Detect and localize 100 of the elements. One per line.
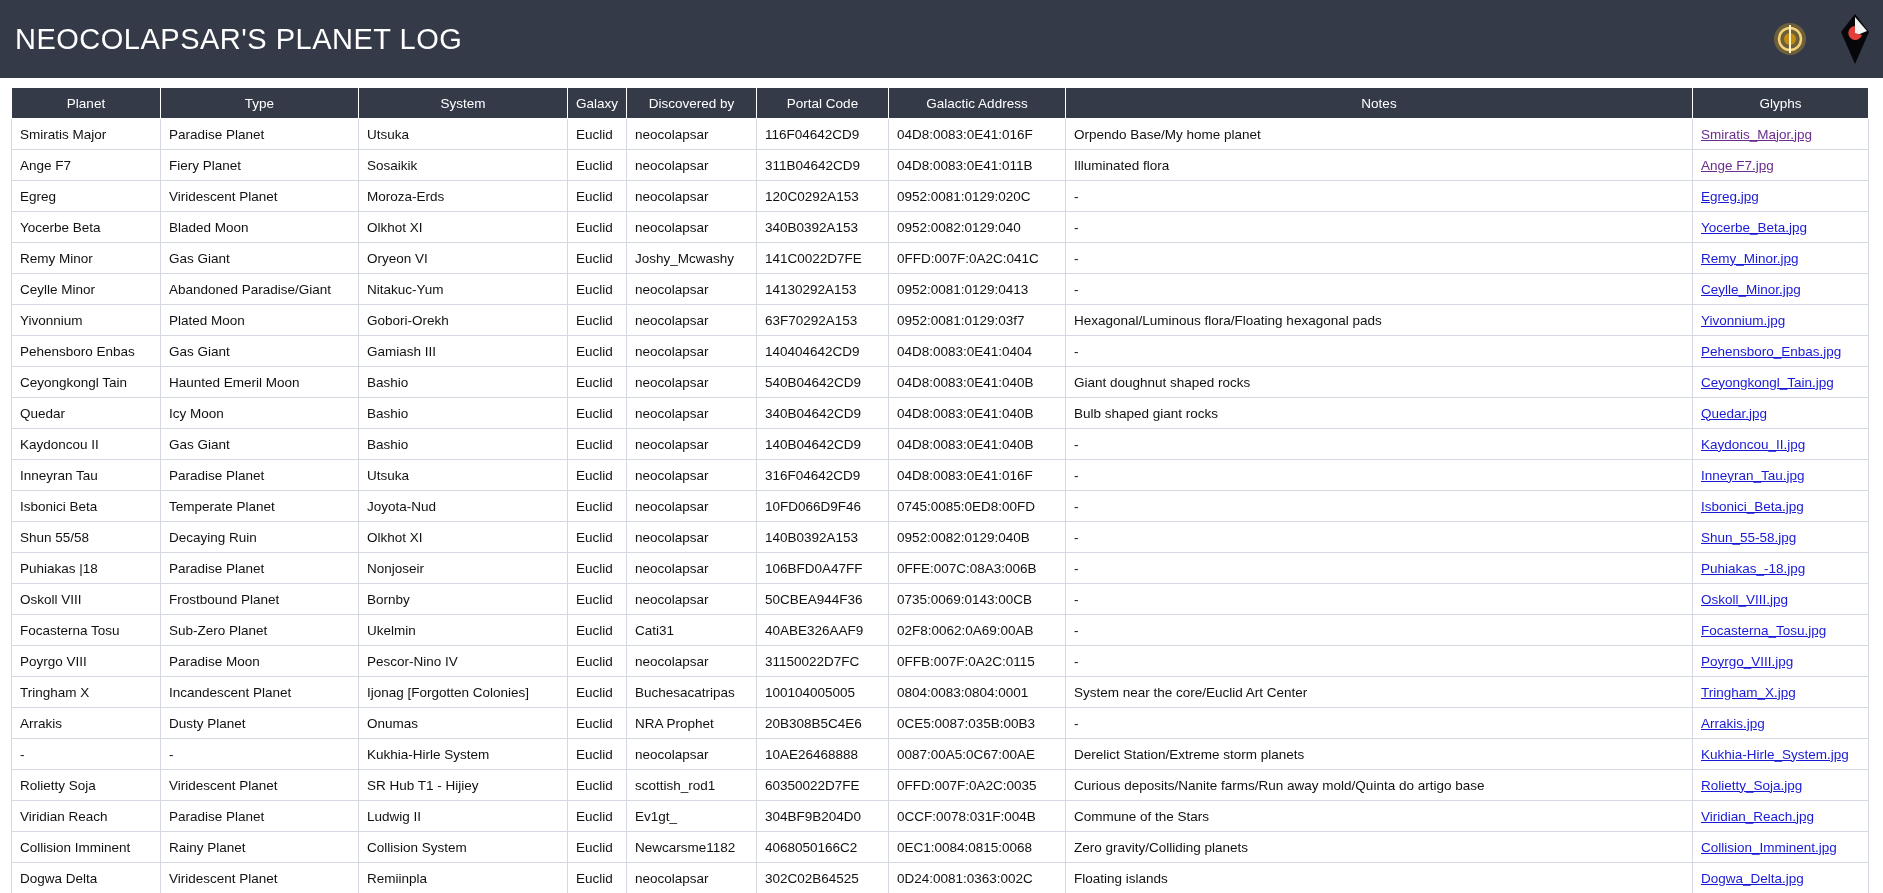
table-cell: Ev1gt_ [626,800,757,832]
table-cell: Euclid [567,118,627,150]
table-cell: 0EC1:0084:0815:0068 [888,831,1066,863]
table-cell: Euclid [567,645,627,677]
glyphs-link[interactable]: Egreg.jpg [1701,188,1759,204]
table-cell: Giant doughnut shaped rocks [1065,366,1693,398]
table-cell: Ukelmin [358,614,568,646]
table-cell: - [1065,645,1693,677]
table-cell: Pescor-Nino IV [358,645,568,677]
table-cell: Euclid [567,614,627,646]
column-header: Notes [1065,88,1693,119]
column-header: Type [160,88,359,119]
table-cell: 540B04642CD9 [756,366,889,398]
table-cell: neocolapsar [626,552,757,584]
table-cell: 0FFE:007C:08A3:006B [888,552,1066,584]
table-cell: Curious deposits/Nanite farms/Run away mold/Quinta do artigo base [1065,769,1693,801]
table-cell: Joshy_Mcwashy [626,242,757,274]
table-cell: 340B0392A153 [756,211,889,243]
table-cell: Gobori-Orekh [358,304,568,336]
table-cell: Derelict Station/Extreme storm planets [1065,738,1693,770]
table-cell: Rainy Planet [160,831,359,863]
table-cell: Fiery Planet [160,149,359,181]
table-cell: 140B0392A153 [756,521,889,553]
table-cell: Bashio [358,428,568,460]
table-cell: Euclid [567,738,627,770]
table-cell: Sub-Zero Planet [160,614,359,646]
table-cell: Bulb shaped giant rocks [1065,397,1693,429]
column-header: Galactic Address [888,88,1066,119]
table-cell: Bashio [358,397,568,429]
diamond-logo-icon[interactable] [1839,14,1871,64]
table-cell: Kukhia-Hirle System [358,738,568,770]
emblem-icon[interactable] [1773,22,1807,56]
table-cell: Gas Giant [160,428,359,460]
table-cell: Yocerbe Beta [11,211,161,243]
table-cell: NRA Prophet [626,707,757,739]
table-cell: Euclid [567,304,627,336]
table-cell: 0CE5:0087:035B:00B3 [888,707,1066,739]
table-cell: 02F8:0062:0A69:00AB [888,614,1066,646]
table-cell: Ijonag [Forgotten Colonies] [358,676,568,708]
table-cell: Temperate Planet [160,490,359,522]
glyphs-link[interactable]: Quedar.jpg [1701,405,1768,421]
table-cell: 4068050166C2 [756,831,889,863]
table-cell: neocolapsar [626,459,757,491]
table-cell: 0CCF:0078:031F:004B [888,800,1066,832]
table-cell: Paradise Planet [160,552,359,584]
table-cell: Paradise Planet [160,800,359,832]
table-cell: neocolapsar [626,273,757,305]
table-cell: 04D8:0083:0E41:040B [888,428,1066,460]
table-cell: - [1065,211,1693,243]
table-cell: neocolapsar [626,490,757,522]
table-cell: Abandoned Paradise/Giant [160,273,359,305]
table-cell: Sosaikik [358,149,568,181]
table-cell: Gamiash III [358,335,568,367]
table-cell: Nitakuc-Yum [358,273,568,305]
table-cell: Ceyongkongl Tain [11,366,161,398]
table-cell: neocolapsar [626,583,757,615]
table-cell: 0952:0082:0129:040B [888,521,1066,553]
table-cell: Bornby [358,583,568,615]
table-cell: 50CBEA944F36 [756,583,889,615]
table-cell: Decaying Ruin [160,521,359,553]
table-cell: - [1065,583,1693,615]
table-cell: Bashio [358,366,568,398]
table-cell: Euclid [567,521,627,553]
table-cell: Bladed Moon [160,211,359,243]
table-cell: neocolapsar [626,304,757,336]
table-cell: 304BF9B204D0 [756,800,889,832]
column-header: Discovered by [626,88,757,119]
table-cell: neocolapsar [626,366,757,398]
table-cell: Tringham X [11,676,161,708]
table-cell: - [11,738,161,770]
table-cell: Euclid [567,273,627,305]
table-cell: Euclid [567,397,627,429]
table-cell: Shun 55/58 [11,521,161,553]
column-header: Planet [11,88,161,119]
table-cell: - [1065,180,1693,212]
table-cell: Arrakis [11,707,161,739]
table-cell: 04D8:0083:0E41:040B [888,366,1066,398]
table-cell: Paradise Planet [160,459,359,491]
table-cell: Commune of the Stars [1065,800,1693,832]
table-cell: Inneyran Tau [11,459,161,491]
table-cell: Euclid [567,490,627,522]
table-cell: Utsuka [358,459,568,491]
table-cell: Pehensboro Enbas [11,335,161,367]
table-cell: 0FFD:007F:0A2C:0035 [888,769,1066,801]
table-cell: Euclid [567,335,627,367]
table-cell: Utsuka [358,118,568,150]
table-cell: 60350022D7FE [756,769,889,801]
table-cell: 100104005005 [756,676,889,708]
table-cell: Incandescent Planet [160,676,359,708]
table-cell: Euclid [567,552,627,584]
table-cell: 0FFD:007F:0A2C:041C [888,242,1066,274]
table-cell: neocolapsar [626,118,757,150]
table-cell: 0735:0069:0143:00CB [888,583,1066,615]
glyphs-link[interactable]: Arrakis.jpg [1701,715,1765,731]
table-cell: Frostbound Planet [160,583,359,615]
table-cell: 10AE26468888 [756,738,889,770]
table-cell: Cati31 [626,614,757,646]
table-cell: - [1065,335,1693,367]
column-header: Portal Code [756,88,889,119]
table-cell: Euclid [567,583,627,615]
